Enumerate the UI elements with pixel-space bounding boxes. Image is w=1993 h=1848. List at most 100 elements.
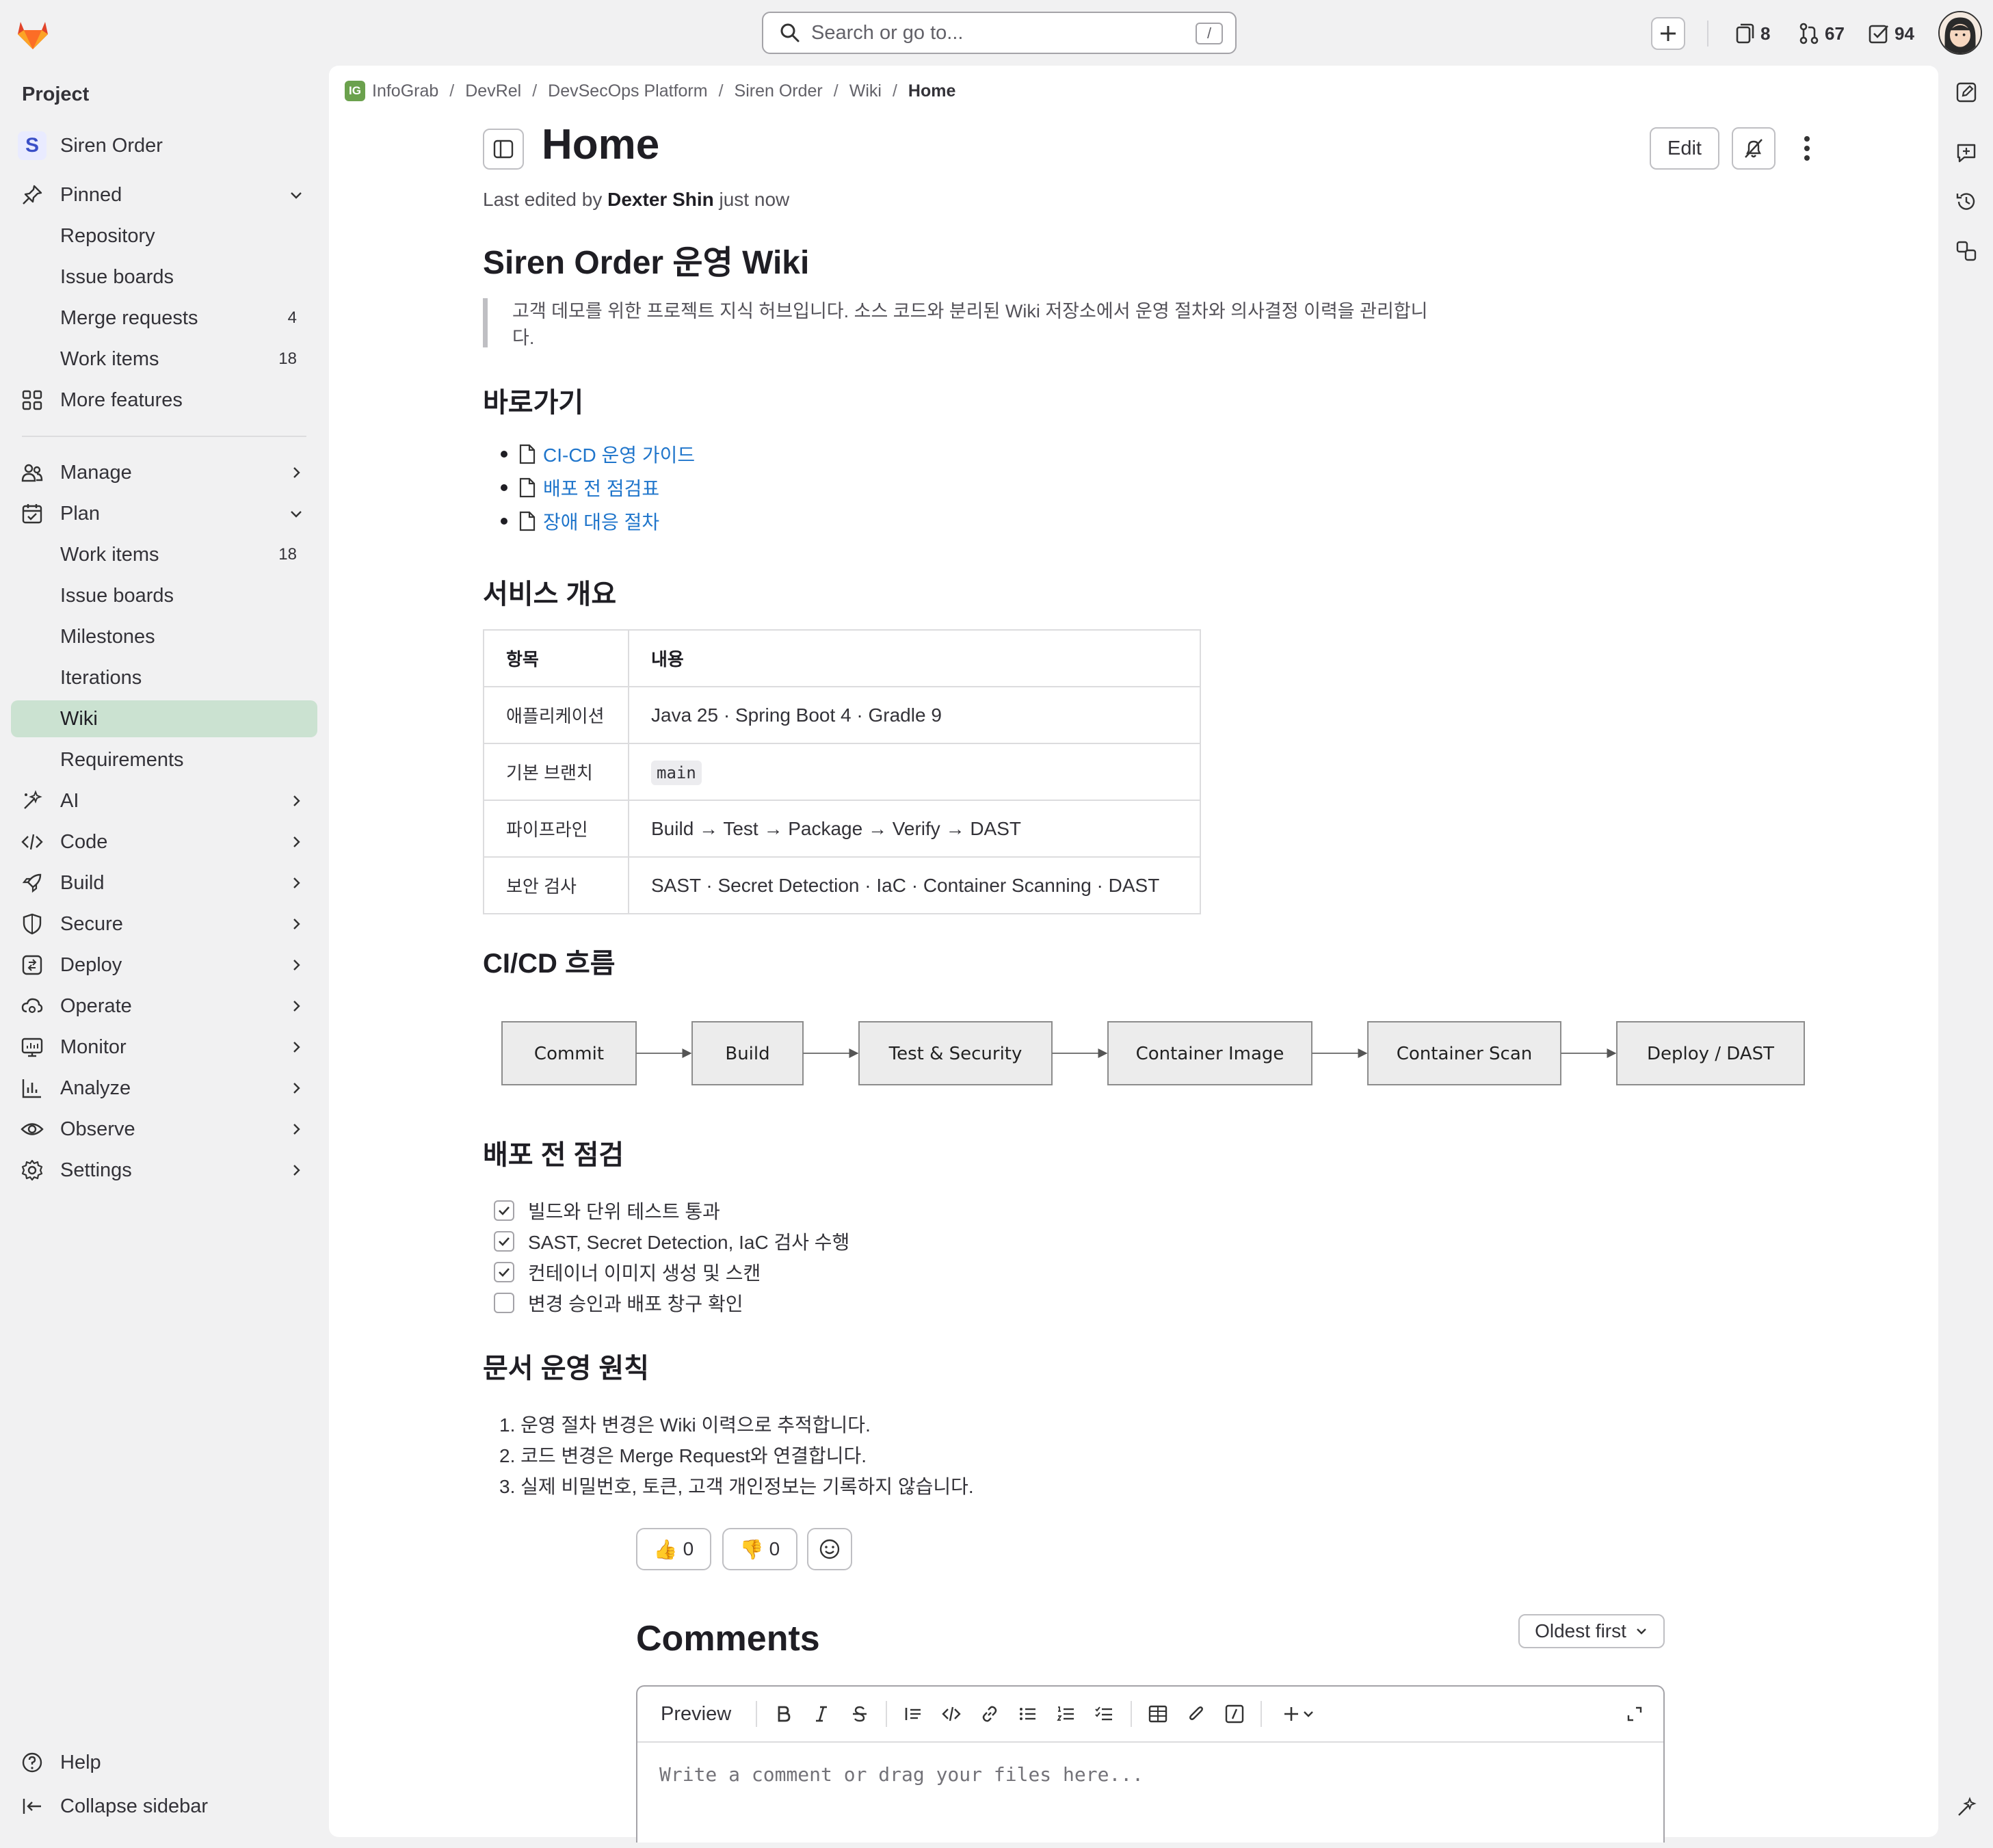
shortcut-link-incident-response[interactable]: 장애 대응 절차 — [501, 507, 659, 535]
sidebar-item-work-items[interactable]: Work items 18 — [11, 341, 317, 378]
todos-counter[interactable]: 94 — [1867, 18, 1914, 49]
avatar-icon — [1940, 12, 1981, 53]
check-icon — [499, 1237, 510, 1246]
merge-request-icon — [1799, 23, 1819, 44]
table-cell: Build → Test → Package → Verify → DAST — [628, 800, 1201, 858]
sidebar-item-issue-boards[interactable]: Issue boards — [11, 259, 317, 295]
breadcrumb-wiki[interactable]: Wiki — [849, 81, 882, 101]
thumbs-up-reaction-button[interactable]: 👍 0 — [636, 1528, 711, 1570]
italic-button[interactable] — [802, 1695, 841, 1733]
rail-compare-button[interactable] — [1952, 237, 1981, 265]
flow-node-label: Container Image — [1136, 1044, 1284, 1064]
chevron-right-icon — [293, 1001, 300, 1012]
rail-history-button[interactable] — [1952, 187, 1981, 216]
sidebar-section-observe[interactable]: Observe — [11, 1111, 317, 1148]
sidebar-project-link[interactable]: S Siren Order — [11, 127, 317, 164]
bell-off-icon — [1745, 139, 1763, 158]
sidebar-item-repository[interactable]: Repository — [11, 217, 317, 254]
sidebar-item-label: Analyze — [60, 1077, 131, 1099]
shortcut-link-predeploy-checklist[interactable]: 배포 전 점검표 — [501, 474, 659, 501]
sidebar-item-label: Operate — [60, 994, 132, 1017]
strikethrough-button[interactable] — [841, 1695, 879, 1733]
chevron-down-icon — [291, 511, 302, 518]
sidebar-section-manage[interactable]: Manage — [11, 454, 317, 491]
task-list-button[interactable] — [1085, 1695, 1124, 1733]
notifications-toggle-button[interactable] — [1732, 127, 1776, 170]
user-avatar[interactable] — [1938, 11, 1982, 55]
sidebar-section-plan[interactable]: Plan — [11, 495, 317, 532]
preview-tab[interactable]: Preview — [661, 1703, 731, 1726]
sidebar-section-build[interactable]: Build — [11, 864, 317, 901]
checkbox[interactable] — [494, 1200, 514, 1221]
wiki-sidebar-toggle-button[interactable] — [483, 129, 524, 170]
kebab-menu-icon — [1804, 136, 1810, 161]
count-badge: 18 — [278, 545, 297, 564]
search-placeholder: Search or go to... — [811, 21, 964, 44]
numbered-list-button[interactable] — [1047, 1695, 1085, 1733]
attach-file-button[interactable] — [1177, 1695, 1215, 1733]
collapse-sidebar-button[interactable]: Collapse sidebar — [11, 1788, 317, 1825]
task-list-icon — [1095, 1706, 1113, 1721]
comments-sort-dropdown[interactable]: Oldest first — [1518, 1614, 1665, 1648]
shortcut-link-cicd-guide[interactable]: CI-CD 운영 가이드 — [501, 440, 695, 468]
sidebar-section-analyze[interactable]: Analyze — [11, 1070, 317, 1107]
sidebar-section-ai[interactable]: AI — [11, 782, 317, 819]
breadcrumb-separator: / — [532, 81, 538, 101]
checklist-item: 빌드와 단위 테스트 통과 — [494, 1197, 720, 1224]
sidebar-item-label: Code — [60, 830, 108, 853]
search-input[interactable]: Search or go to... / — [762, 12, 1237, 54]
sidebar-item-merge-requests[interactable]: Merge requests 4 — [11, 300, 317, 336]
sidebar-item-more-features[interactable]: More features — [11, 382, 317, 419]
bullet-list-button[interactable] — [1009, 1695, 1047, 1733]
sidebar-item-plan-issue-boards[interactable]: Issue boards — [11, 577, 317, 614]
issues-counter[interactable]: 8 — [1733, 18, 1770, 49]
link-button[interactable] — [971, 1695, 1009, 1733]
table-header-cell: 항목 — [483, 629, 629, 687]
sidebar-divider — [22, 436, 306, 437]
breadcrumb-infograb[interactable]: InfoGrab — [372, 81, 438, 101]
sidebar-item-plan-work-items[interactable]: Work items 18 — [11, 536, 317, 573]
sidebar-section-settings[interactable]: Settings — [11, 1152, 317, 1189]
breadcrumb-siren-order[interactable]: Siren Order — [735, 81, 823, 101]
breadcrumb-home[interactable]: Home — [908, 81, 955, 101]
gitlab-logo-icon[interactable] — [14, 14, 52, 52]
intro-blockquote: 고객 데모를 위한 프로젝트 지식 허브입니다. 소스 코드와 분리된 Wiki… — [483, 298, 1440, 348]
add-reaction-button[interactable] — [807, 1528, 852, 1570]
rail-edit-button[interactable] — [1952, 78, 1981, 107]
sidebar-item-wiki[interactable]: Wiki — [11, 700, 317, 737]
insert-more-dropdown[interactable] — [1269, 1695, 1328, 1733]
sidebar-section-pinned[interactable]: Pinned — [11, 176, 317, 213]
search-shortcut-key: / — [1196, 23, 1223, 44]
chevron-right-icon — [293, 836, 300, 847]
sidebar-item-requirements[interactable]: Requirements — [11, 741, 317, 778]
last-edited-author[interactable]: Dexter Shin — [607, 189, 714, 210]
sidebar-section-deploy[interactable]: Deploy — [11, 947, 317, 984]
checkbox[interactable] — [494, 1231, 514, 1252]
sidebar-item-milestones[interactable]: Milestones — [11, 618, 317, 655]
cicd-flow-heading: CI/CD 흐름 — [483, 949, 616, 979]
comment-textarea[interactable]: Write a comment or drag your files here.… — [659, 1763, 1144, 1786]
sidebar-help-link[interactable]: Help — [11, 1744, 317, 1781]
sidebar-section-code[interactable]: Code — [11, 823, 317, 860]
quote-button[interactable] — [894, 1695, 932, 1733]
slash-command-button[interactable] — [1215, 1695, 1254, 1733]
sidebar-section-operate[interactable]: Operate — [11, 988, 317, 1025]
sidebar-section-monitor[interactable]: Monitor — [11, 1029, 317, 1066]
breadcrumb-devsecops-platform[interactable]: DevSecOps Platform — [548, 81, 707, 101]
sidebar-item-iterations[interactable]: Iterations — [11, 659, 317, 696]
bold-button[interactable] — [764, 1695, 802, 1733]
merge-requests-counter[interactable]: 67 — [1797, 18, 1845, 49]
breadcrumb-devrel[interactable]: DevRel — [465, 81, 521, 101]
code-button[interactable] — [932, 1695, 971, 1733]
sidebar-section-secure[interactable]: Secure — [11, 906, 317, 942]
edit-button[interactable]: Edit — [1650, 127, 1719, 170]
thumbs-down-reaction-button[interactable]: 👎 0 — [722, 1528, 797, 1570]
more-actions-button[interactable] — [1792, 127, 1822, 170]
create-new-button[interactable] — [1651, 17, 1685, 50]
checkbox[interactable] — [494, 1293, 514, 1313]
checkbox[interactable] — [494, 1262, 514, 1282]
fullscreen-button[interactable] — [1615, 1695, 1654, 1733]
table-button[interactable] — [1139, 1695, 1177, 1733]
rail-comments-button[interactable] — [1952, 138, 1981, 167]
rail-ai-button[interactable] — [1952, 1793, 1981, 1822]
